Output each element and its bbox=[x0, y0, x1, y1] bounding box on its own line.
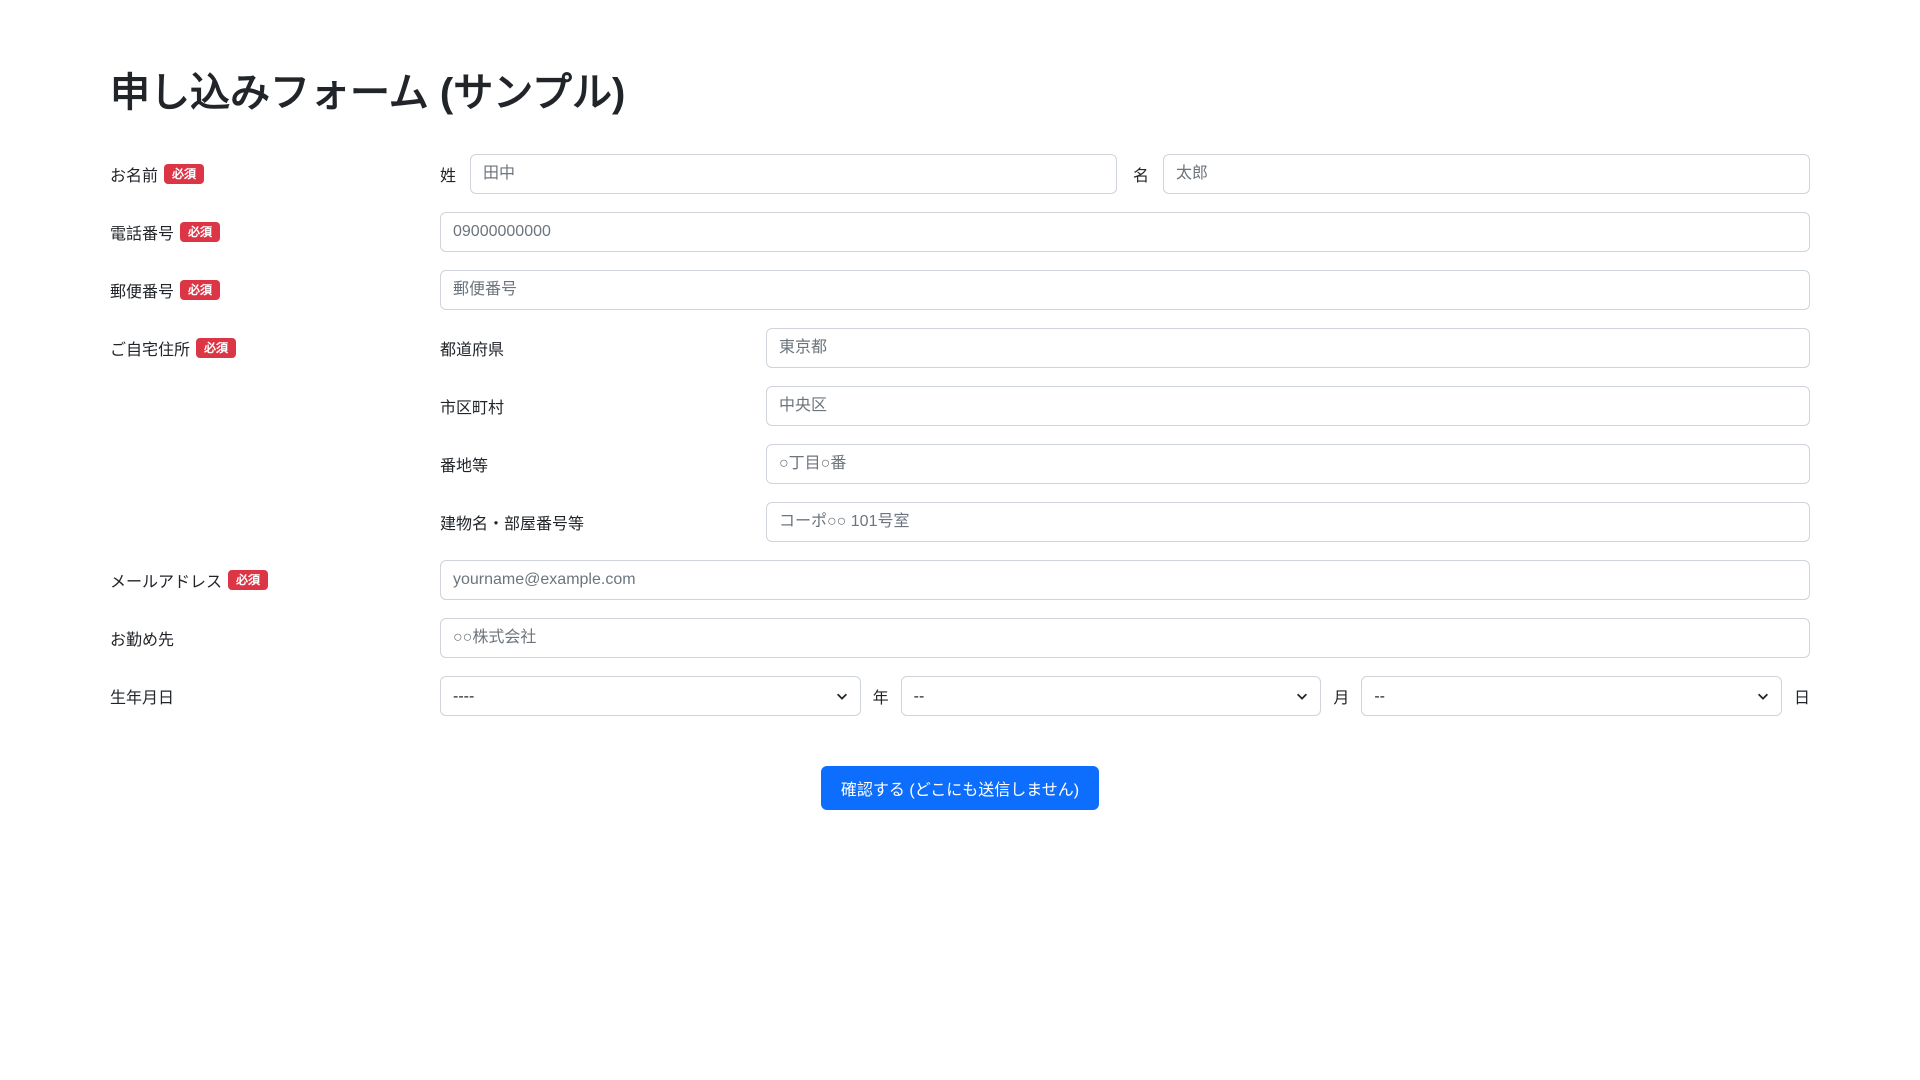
label-surname: 姓 bbox=[440, 162, 456, 186]
label-employer: お勤め先 bbox=[110, 618, 440, 650]
label-city: 市区町村 bbox=[440, 394, 750, 418]
label-employer-text: お勤め先 bbox=[110, 626, 174, 650]
required-badge: 必須 bbox=[164, 164, 204, 185]
month-select[interactable]: -- bbox=[901, 676, 1322, 716]
page-title: 申し込みフォーム (サンプル) bbox=[110, 60, 1810, 118]
application-form: お名前 必須 姓 名 電話番号 必須 郵便番号 必須 bbox=[110, 154, 1810, 810]
row-employer: お勤め先 bbox=[110, 618, 1810, 658]
label-dob-text: 生年月日 bbox=[110, 684, 174, 708]
required-badge: 必須 bbox=[180, 280, 220, 301]
row-building: 建物名・部屋番号等 bbox=[440, 502, 1810, 542]
day-unit: 日 bbox=[1794, 684, 1810, 708]
building-input[interactable] bbox=[766, 502, 1810, 542]
year-select[interactable]: ---- bbox=[440, 676, 861, 716]
label-street: 番地等 bbox=[440, 452, 750, 476]
prefecture-input[interactable] bbox=[766, 328, 1810, 368]
label-name: お名前 必須 bbox=[110, 154, 440, 186]
givenname-input[interactable] bbox=[1163, 154, 1810, 194]
label-dob: 生年月日 bbox=[110, 676, 440, 708]
row-prefecture: 都道府県 bbox=[440, 328, 1810, 368]
row-street: 番地等 bbox=[440, 444, 1810, 484]
row-name: お名前 必須 姓 名 bbox=[110, 154, 1810, 194]
employer-input[interactable] bbox=[440, 618, 1810, 658]
row-address: ご自宅住所 必須 都道府県 市区町村 番地等 建物名・部屋番号等 bbox=[110, 328, 1810, 542]
submit-row: 確認する (どこにも送信しません) bbox=[110, 766, 1810, 810]
label-givenname: 名 bbox=[1133, 162, 1149, 186]
street-input[interactable] bbox=[766, 444, 1810, 484]
day-select[interactable]: -- bbox=[1361, 676, 1782, 716]
surname-input[interactable] bbox=[470, 154, 1117, 194]
label-postal-text: 郵便番号 bbox=[110, 278, 174, 302]
required-badge: 必須 bbox=[228, 570, 268, 591]
label-address: ご自宅住所 必須 bbox=[110, 328, 440, 360]
submit-button[interactable]: 確認する (どこにも送信しません) bbox=[821, 766, 1099, 810]
row-postal: 郵便番号 必須 bbox=[110, 270, 1810, 310]
row-dob: 生年月日 ---- 年 -- 月 bbox=[110, 676, 1810, 716]
label-building: 建物名・部屋番号等 bbox=[440, 510, 750, 534]
year-unit: 年 bbox=[873, 684, 889, 708]
row-email: メールアドレス 必須 bbox=[110, 560, 1810, 600]
city-input[interactable] bbox=[766, 386, 1810, 426]
required-badge: 必須 bbox=[180, 222, 220, 243]
label-postal: 郵便番号 必須 bbox=[110, 270, 440, 302]
label-prefecture: 都道府県 bbox=[440, 336, 750, 360]
label-email-text: メールアドレス bbox=[110, 568, 222, 592]
required-badge: 必須 bbox=[196, 338, 236, 359]
row-city: 市区町村 bbox=[440, 386, 1810, 426]
month-unit: 月 bbox=[1333, 684, 1349, 708]
phone-input[interactable] bbox=[440, 212, 1810, 252]
label-name-text: お名前 bbox=[110, 162, 158, 186]
label-address-text: ご自宅住所 bbox=[110, 336, 190, 360]
label-phone: 電話番号 必須 bbox=[110, 212, 440, 244]
label-phone-text: 電話番号 bbox=[110, 220, 174, 244]
email-input[interactable] bbox=[440, 560, 1810, 600]
postal-input[interactable] bbox=[440, 270, 1810, 310]
row-phone: 電話番号 必須 bbox=[110, 212, 1810, 252]
label-email: メールアドレス 必須 bbox=[110, 560, 440, 592]
